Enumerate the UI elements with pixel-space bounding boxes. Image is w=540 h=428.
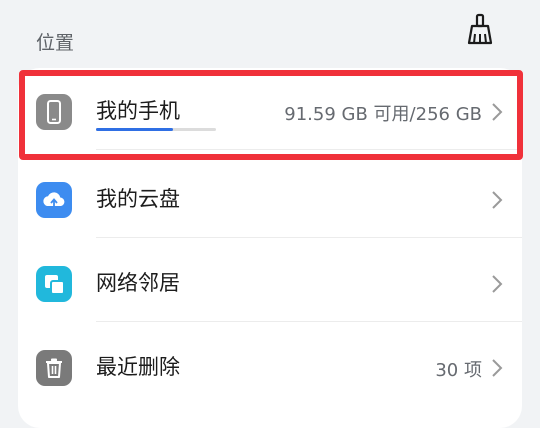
- section-title: 位置: [36, 32, 75, 54]
- location-item-my-cloud[interactable]: 我的云盘: [18, 156, 522, 238]
- item-count: 30 项: [435, 360, 482, 381]
- clean-button[interactable]: [464, 12, 496, 46]
- broom-icon: [467, 13, 493, 45]
- trash-icon: [36, 350, 72, 386]
- network-icon: [36, 266, 72, 302]
- location-label: 网络邻居: [96, 271, 180, 295]
- chevron-right-icon: [492, 359, 503, 377]
- chevron-right-icon: [492, 275, 503, 293]
- location-label: 最近删除: [96, 355, 180, 379]
- divider: [96, 237, 522, 238]
- location-item-recently-deleted[interactable]: 最近删除 30 项: [18, 324, 522, 406]
- location-item-network-neighborhood[interactable]: 网络邻居: [18, 240, 522, 322]
- selection-highlight: [19, 70, 523, 160]
- chevron-right-icon: [492, 191, 503, 209]
- divider: [96, 321, 522, 322]
- cloud-icon: [36, 182, 72, 218]
- location-label: 我的云盘: [96, 187, 180, 211]
